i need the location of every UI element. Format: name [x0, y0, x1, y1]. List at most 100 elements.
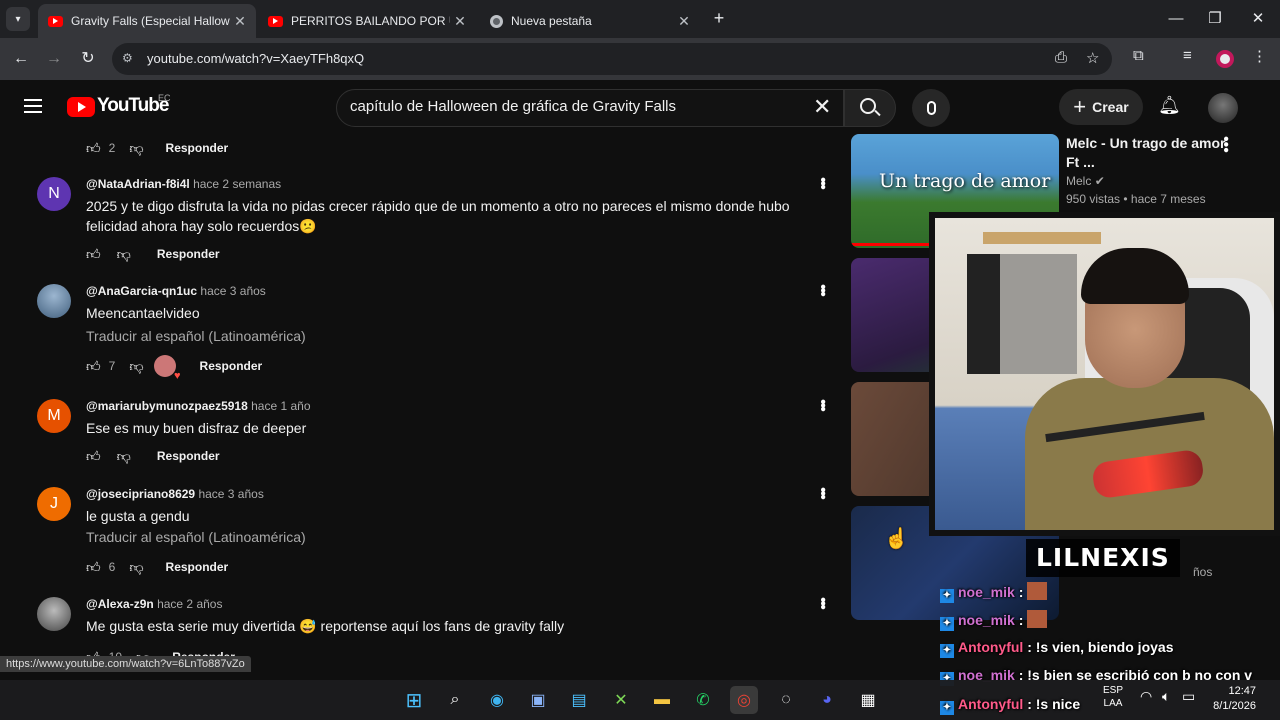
comment-menu-icon[interactable]: •••	[813, 487, 831, 498]
file-explorer-icon[interactable]: ▬	[648, 686, 676, 714]
youtube-logo-icon[interactable]	[67, 97, 95, 117]
reply-button[interactable]: Responder	[157, 449, 220, 463]
media-controls-icon[interactable]: ≡	[1183, 47, 1192, 64]
chrome-icon[interactable]: ◎	[730, 686, 758, 714]
clock-time: 12:47	[1228, 685, 1256, 697]
search-button[interactable]	[844, 89, 896, 127]
comment-menu-icon[interactable]: •••	[813, 284, 831, 295]
dislike-icon[interactable]: 👎︎	[117, 448, 131, 465]
comment-menu-icon[interactable]: •••	[813, 177, 831, 188]
like-count: 6	[108, 560, 116, 574]
close-tab-icon[interactable]: ✕	[230, 13, 250, 30]
whatsapp-icon[interactable]: ✆	[689, 686, 717, 714]
comment-menu-icon[interactable]: •••	[813, 597, 831, 608]
comment-time[interactable]: hace 2 años	[157, 597, 222, 611]
battery-icon[interactable]: ▭	[1182, 689, 1195, 703]
forward-button[interactable]: →	[41, 46, 67, 72]
like-icon[interactable]: 👍︎	[86, 140, 101, 157]
avatar[interactable]: J	[37, 487, 71, 521]
avatar[interactable]	[37, 597, 71, 631]
comment-time[interactable]: hace 3 años	[198, 487, 263, 501]
video-channel[interactable]: Melc ✔	[1066, 174, 1105, 188]
extensions-icon[interactable]: ⧉	[1133, 47, 1144, 64]
browser-menu-icon[interactable]: ⋮	[1252, 47, 1267, 65]
language-indicator[interactable]: ESP LAA	[1101, 684, 1125, 710]
menu-icon[interactable]	[24, 99, 42, 113]
dislike-icon[interactable]: 👎︎	[117, 246, 131, 263]
like-icon[interactable]: 👍︎	[86, 448, 101, 465]
chat-message: ✦ Antonyful : !s nice	[940, 696, 1080, 715]
avatar[interactable]: M	[37, 399, 71, 433]
install-app-icon[interactable]: ⎙	[1055, 49, 1067, 66]
dislike-icon[interactable]: 👎︎	[129, 140, 143, 157]
reply-button[interactable]: Responder	[200, 359, 263, 373]
like-icon[interactable]: 👍︎	[86, 246, 101, 263]
app-icon[interactable]: ▦	[854, 686, 882, 714]
search-icon[interactable]: ⌕	[441, 686, 469, 714]
plus-icon: +	[1073, 94, 1087, 119]
wifi-icon[interactable]: ◠	[1140, 689, 1152, 703]
video-menu-icon[interactable]: •••	[1216, 136, 1234, 153]
reply-button[interactable]: Responder	[166, 560, 229, 574]
channel-name[interactable]: Melc	[1066, 174, 1091, 188]
close-window-button[interactable]: ✕	[1241, 6, 1275, 32]
like-count: 2	[108, 141, 116, 155]
comment-text: 2025 y te digo disfruta la vida no pidas…	[86, 198, 790, 234]
comment-time[interactable]: hace 2 semanas	[193, 177, 281, 191]
back-button[interactable]: ←	[8, 46, 34, 72]
discord-icon[interactable]: ◕	[813, 686, 841, 714]
voice-search-button[interactable]	[912, 89, 950, 127]
comment-author[interactable]: @josecipriano8629	[86, 487, 195, 501]
streamer-name: LILNEXIS	[1026, 539, 1180, 577]
obs-icon[interactable]: ◌	[772, 686, 800, 714]
minimize-button[interactable]: —	[1159, 6, 1193, 32]
avatar[interactable]: N	[37, 177, 71, 211]
close-tab-icon[interactable]: ✕	[674, 13, 694, 30]
comment-author[interactable]: @Alexa-z9n	[86, 597, 154, 611]
clear-search-icon[interactable]: ✕	[813, 94, 831, 120]
translate-link[interactable]: Traducir al español (Latinoamérica)	[86, 529, 306, 545]
profile-avatar[interactable]	[1216, 50, 1234, 68]
tab-new-tab[interactable]: Nueva pestaña ✕	[480, 4, 700, 38]
search-input[interactable]	[350, 98, 790, 115]
create-button[interactable]: + Crear	[1059, 89, 1143, 125]
like-icon[interactable]: 👍︎	[86, 559, 101, 576]
omnibox[interactable]: ⚙ youtube.com/watch?v=XaeyTFh8qxQ ⎙ ☆	[112, 43, 1112, 75]
comment-text: Ese es muy buen disfraz de deeper	[86, 420, 307, 436]
tab-search-button[interactable]: ▾	[6, 7, 30, 31]
reload-button[interactable]: ↻	[75, 46, 101, 72]
comment-author[interactable]: @AnaGarcia-qn1uc	[86, 284, 197, 298]
restore-button[interactable]: ❐	[1198, 6, 1232, 32]
volume-icon[interactable]: 🔈︎	[1162, 689, 1170, 703]
like-icon[interactable]: 👍︎	[86, 358, 101, 375]
comment-time[interactable]: hace 3 años	[200, 284, 265, 298]
link-status-bar: https://www.youtube.com/watch?v=6LnTo887…	[0, 656, 251, 672]
edge-icon[interactable]: ◉	[483, 686, 511, 714]
tab-perritos[interactable]: PERRITOS BAILANDO POR UNA ✕	[258, 4, 476, 38]
windows-start-icon[interactable]: ⊞	[400, 686, 428, 714]
dislike-icon[interactable]: 👎︎	[129, 358, 143, 375]
reply-button[interactable]: Responder	[166, 141, 229, 155]
xbox-icon[interactable]: ✕	[607, 686, 635, 714]
avatar[interactable]	[37, 284, 71, 318]
dislike-icon[interactable]: 👎︎	[129, 559, 143, 576]
reply-button[interactable]: Responder	[157, 247, 220, 261]
close-tab-icon[interactable]: ✕	[450, 13, 470, 30]
video-title[interactable]: Melc - Un trago de amor Ft ...	[1066, 134, 1226, 172]
chat-text: :	[1018, 612, 1024, 628]
site-info-icon[interactable]: ⚙	[122, 51, 133, 65]
comment-author[interactable]: @NataAdrian-f8i4l	[86, 177, 190, 191]
tab-gravity-falls[interactable]: Gravity Falls (Especial Halloween ✕	[38, 4, 256, 38]
system-clock[interactable]: 12:47 8/1/2026	[1196, 684, 1256, 714]
widgets-icon[interactable]: ▤	[565, 686, 593, 714]
comment-menu-icon[interactable]: •••	[813, 399, 831, 410]
notifications-bell-icon[interactable]: 🔔︎	[1158, 95, 1181, 116]
new-tab-button[interactable]: +	[708, 8, 730, 30]
translate-link[interactable]: Traducir al español (Latinoamérica)	[86, 328, 306, 344]
bookmark-star-icon[interactable]: ☆	[1086, 49, 1099, 67]
account-avatar[interactable]	[1208, 93, 1238, 123]
store-icon[interactable]: ▣	[524, 686, 552, 714]
comment-time[interactable]: hace 1 año	[251, 399, 310, 413]
verified-icon: ✔	[1094, 174, 1105, 188]
comment-author[interactable]: @mariarubymunozpaez5918	[86, 399, 248, 413]
